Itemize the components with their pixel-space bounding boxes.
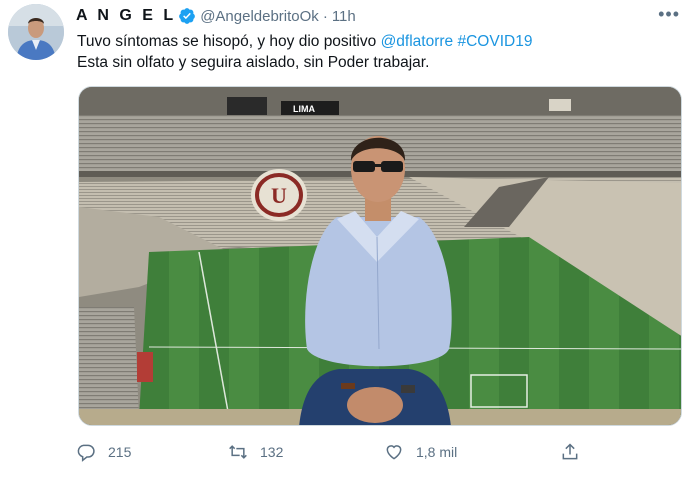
reply-icon bbox=[77, 444, 95, 462]
share-button[interactable] bbox=[560, 438, 592, 466]
like-icon bbox=[386, 445, 402, 460]
timestamp[interactable]: 11h bbox=[332, 8, 356, 25]
hashtag-link[interactable]: #COVID19 bbox=[457, 33, 532, 50]
more-options-icon[interactable]: ••• bbox=[658, 4, 680, 25]
tweet-actions: 215 132 1,8 mil bbox=[76, 438, 596, 466]
retweet-icon bbox=[229, 445, 247, 459]
stadium-banner-text: LIMA bbox=[293, 104, 315, 114]
retweet-count: 132 bbox=[260, 444, 284, 460]
verified-badge-icon bbox=[179, 8, 196, 24]
author-handle[interactable]: @AngeldebritoOk bbox=[200, 8, 319, 25]
reply-count: 215 bbox=[108, 444, 132, 460]
tweet[interactable]: A N G E L @AngeldebritoOk · 11h ••• Tuvo… bbox=[0, 0, 700, 483]
retweet-button[interactable]: 132 bbox=[228, 438, 283, 466]
share-icon bbox=[562, 443, 578, 460]
like-button[interactable]: 1,8 mil bbox=[384, 438, 457, 466]
like-count: 1,8 mil bbox=[416, 444, 458, 460]
tweet-line-2: Esta sin olfato y seguira aislado, sin P… bbox=[77, 54, 430, 71]
reply-button[interactable]: 215 bbox=[76, 438, 131, 466]
tweet-photo[interactable]: LIMA U bbox=[78, 86, 682, 426]
tweet-header: A N G E L @AngeldebritoOk · 11h bbox=[76, 6, 356, 26]
tweet-text: Tuvo síntomas se hisopó, y hoy dio posit… bbox=[77, 31, 677, 73]
tweet-line-1-text: Tuvo síntomas se hisopó, y hoy dio posit… bbox=[77, 33, 381, 50]
svg-text:U: U bbox=[271, 183, 287, 208]
avatar[interactable] bbox=[8, 4, 64, 60]
tweet-line-1: Tuvo síntomas se hisopó, y hoy dio posit… bbox=[77, 31, 677, 52]
separator-dot: · bbox=[322, 7, 328, 25]
mention-link[interactable]: @dflatorre bbox=[381, 33, 454, 50]
author-name[interactable]: A N G E L bbox=[76, 7, 176, 25]
